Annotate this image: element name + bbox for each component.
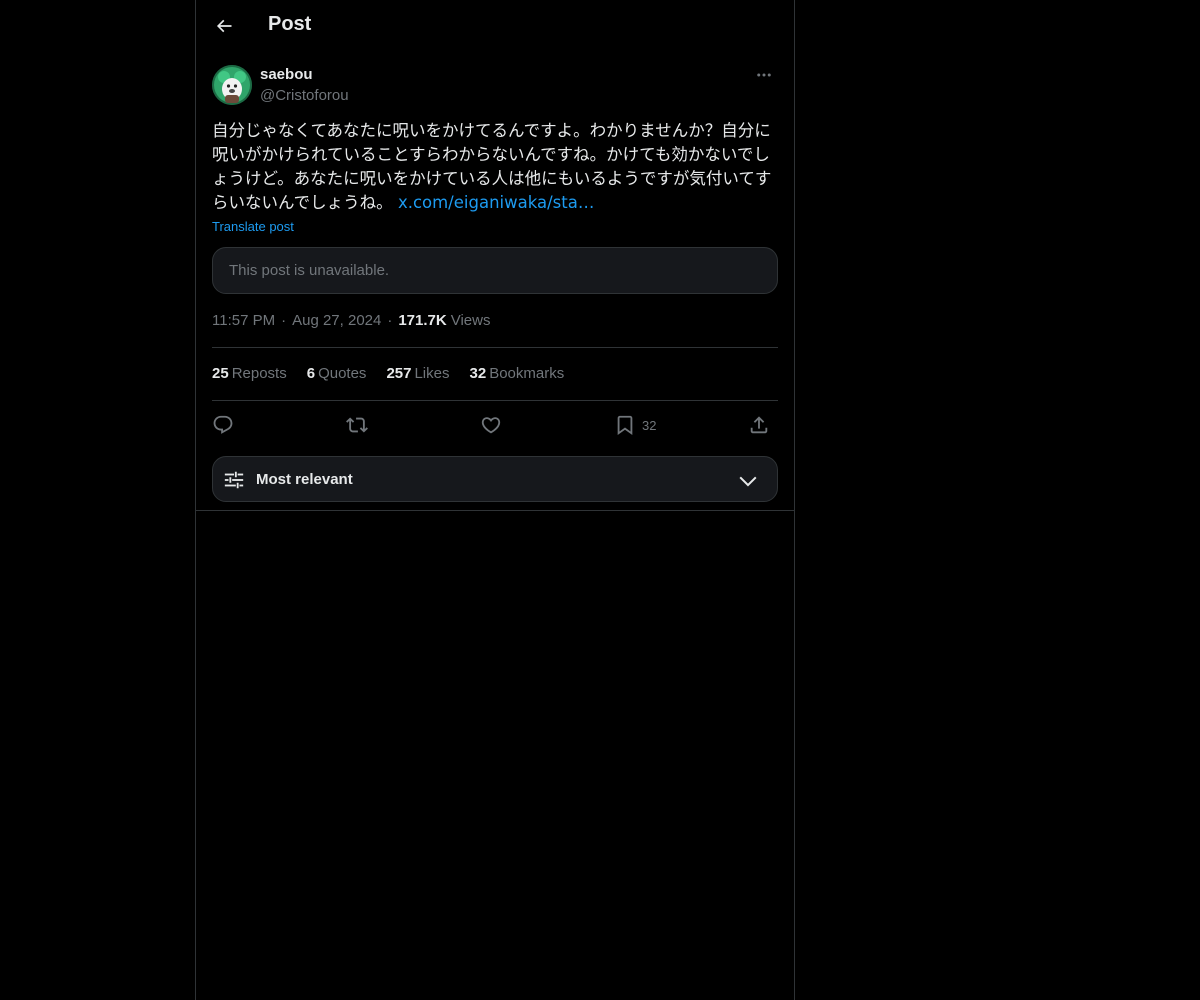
views-label: Views [450,312,491,329]
unavailable-text: This post is unavailable. [229,262,390,279]
bookmarks-label: Bookmarks [489,365,565,382]
bookmark-icon [617,415,633,436]
author-handle[interactable]: @Cristoforou [260,87,349,104]
primary-column: Post saebou @Cristoforou 自分じゃなくてあなたに呪いをか… [195,0,795,1000]
reposts-count: 25 [212,365,229,382]
post-text: 自分じゃなくてあなたに呪いをかけてるんですよ。わかりませんか？自分に呪いがかけら… [212,119,778,215]
bookmarks-count: 32 [469,365,487,382]
share-button[interactable] [748,410,770,440]
replies-sort-dropdown[interactable]: Most relevant [212,456,778,502]
like-button[interactable] [480,410,502,440]
likes-count: 257 [386,365,412,382]
post-stats: 25 Reposts 6 Quotes 257 Likes 32 Bookmarks [212,365,584,382]
reposts-label: Reposts [231,365,287,382]
divider [212,400,778,401]
bookmark-count: 32 [642,417,657,433]
quotes-label: Quotes [318,365,367,382]
chevron-down-icon [739,476,757,487]
avatar[interactable] [212,65,252,105]
meta-separator: · [281,312,287,329]
more-options-button[interactable] [750,64,778,86]
bookmarks-stat[interactable]: 32 Bookmarks [470,365,565,382]
views-count: 171.7K [398,312,447,329]
quotes-count: 6 [306,365,316,382]
sort-label: Most relevant [256,471,353,488]
bookmark-button[interactable]: 32 [614,410,656,440]
share-icon [750,416,768,434]
author-display-name[interactable]: saebou [260,66,313,83]
sliders-icon [224,471,244,489]
repost-button[interactable] [346,410,368,440]
avatar-image-icon [212,65,252,105]
reply-button[interactable] [212,410,234,440]
reposts-stat[interactable]: 25 Reposts [212,365,287,382]
section-divider [196,510,794,511]
post-time[interactable]: 11:57 PM [212,312,275,329]
heart-icon [481,417,501,434]
post-actions: 32 [212,410,778,440]
post-author: saebou @Cristoforou [212,64,778,108]
likes-label: Likes [414,365,450,382]
translate-post-link[interactable]: Translate post [212,219,294,234]
post-date[interactable]: Aug 27, 2024 [292,312,381,329]
likes-stat[interactable]: 257 Likes [386,365,449,382]
quoted-post-unavailable: This post is unavailable. [212,247,778,294]
quotes-stat[interactable]: 6 Quotes [307,365,367,382]
post-link[interactable]: x.com/eiganiwaka/sta… [398,193,594,212]
arrow-left-icon [216,19,232,33]
more-horizontal-icon [757,73,771,77]
reply-icon [213,415,233,434]
page-title: Post [268,13,312,35]
back-button[interactable] [208,10,240,42]
repost-icon [346,417,368,433]
page-header: Post [196,0,794,53]
divider [212,347,778,348]
post-meta: 11:57 PM · Aug 27, 2024 · 171.7K Views [212,312,490,329]
meta-separator: · [387,312,393,329]
